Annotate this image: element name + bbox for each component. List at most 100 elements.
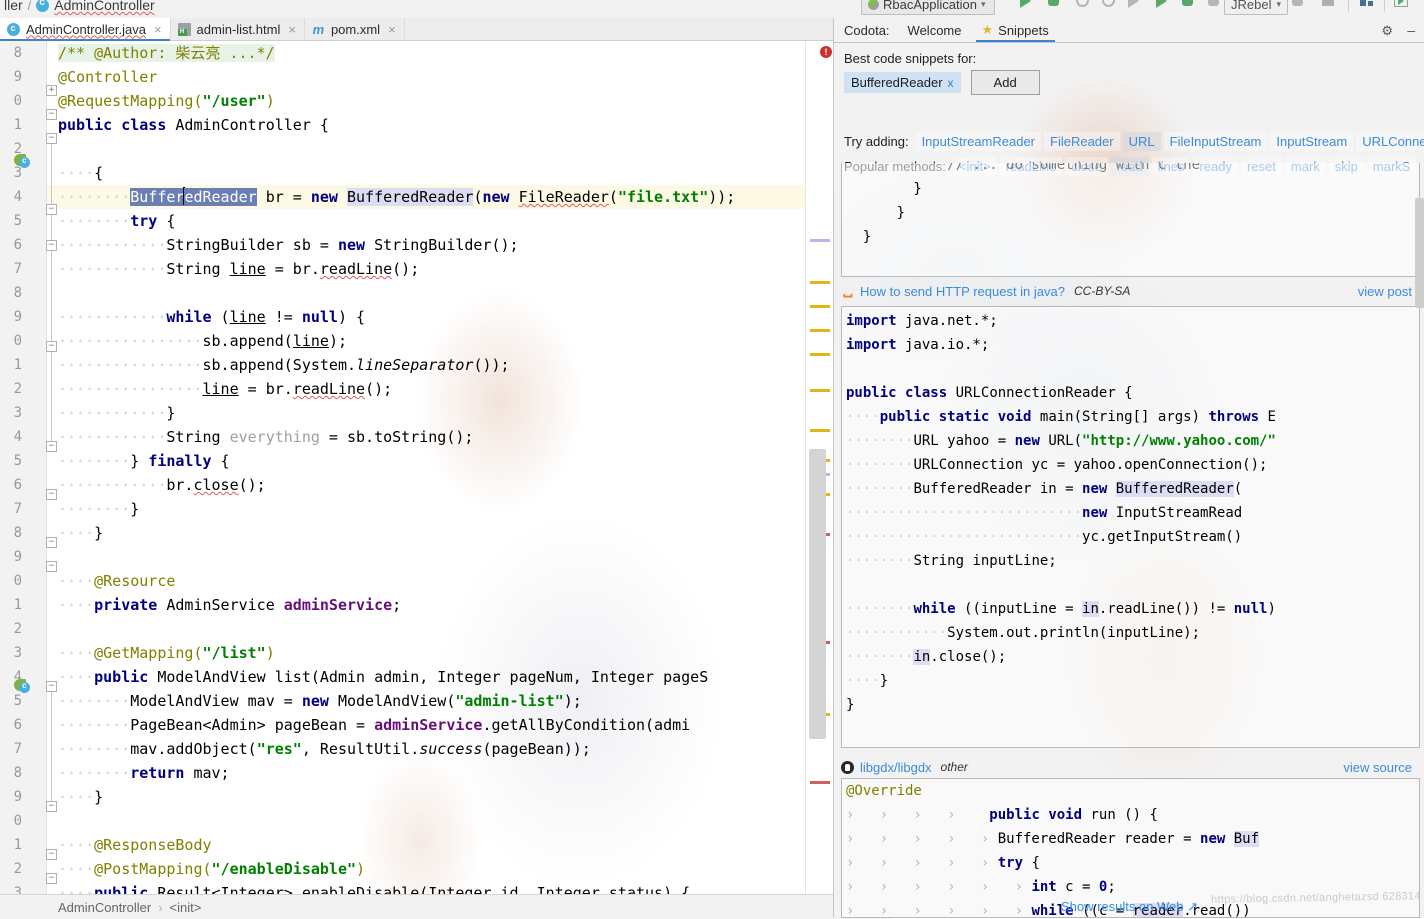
source-repo[interactable]: libgdx/libgdx: [860, 760, 932, 775]
stripe-mark-warning[interactable]: [810, 389, 830, 392]
html-file-icon: [177, 22, 191, 36]
fold-marker-collapse[interactable]: −: [46, 109, 57, 120]
fold-marker-collapse[interactable]: −: [46, 341, 57, 352]
stripe-mark-warning[interactable]: [810, 353, 830, 356]
stripe-mark-warning[interactable]: [810, 429, 830, 432]
snippet-box-main[interactable]: import java.net.*; import java.io.*; pub…: [841, 306, 1420, 748]
line-number: 8: [13, 525, 22, 541]
tab-snippets[interactable]: ★ Snippets: [972, 18, 1059, 42]
fold-marker-collapse[interactable]: −: [46, 561, 57, 572]
line-number: 2: [13, 621, 22, 637]
profile-button[interactable]: [1102, 0, 1118, 10]
attach-process-button[interactable]: [1292, 0, 1308, 10]
line-number: 1: [13, 357, 22, 373]
breadcrumb-class[interactable]: AdminController: [54, 0, 154, 13]
debug-button[interactable]: [1048, 0, 1064, 10]
layout-bricks-icon[interactable]: [1360, 0, 1376, 10]
suggestion-urlconnection[interactable]: URLConnec: [1356, 132, 1424, 151]
suggestion-inputstream[interactable]: InputStream: [1270, 132, 1354, 151]
line-number: 6: [13, 477, 22, 493]
tab-label: AdminController.java: [26, 21, 146, 37]
line-number: 0: [13, 333, 22, 349]
stackoverflow-icon: [843, 293, 853, 298]
fold-marker-collapse[interactable]: −: [46, 133, 57, 144]
status-class-name[interactable]: AdminController: [58, 900, 151, 915]
fold-marker-collapse[interactable]: −: [46, 204, 57, 215]
view-post-link[interactable]: view post: [1358, 284, 1412, 299]
fold-marker-collapse[interactable]: −: [46, 489, 57, 500]
stripe-mark-info[interactable]: [810, 239, 830, 242]
tab-label: admin-list.html: [196, 21, 281, 37]
fold-marker-collapse[interactable]: −: [46, 801, 57, 812]
best-snippets-label: Best code snippets for:: [844, 51, 977, 66]
code-editor[interactable]: 890123456789012345678901234567890123 + −…: [0, 41, 833, 894]
tab-label: Snippets: [998, 22, 1049, 38]
run-class-gutter-icon[interactable]: [14, 152, 31, 169]
run-anything-button[interactable]: [1394, 0, 1410, 10]
fold-marker-expand[interactable]: +: [46, 85, 57, 96]
stripe-mark-warning[interactable]: [810, 329, 830, 332]
editor-scrollbar-thumb[interactable]: [809, 449, 826, 739]
stop-button[interactable]: [1208, 0, 1224, 10]
rerun-button[interactable]: [1128, 0, 1144, 10]
close-icon[interactable]: ×: [154, 22, 162, 37]
fold-marker-collapse[interactable]: −: [46, 240, 57, 251]
code-text[interactable]: /** @Author: 柴云亮 ...*/ @Controller @Requ…: [58, 41, 833, 894]
status-member-name[interactable]: <init>: [170, 900, 202, 915]
snippet-box-partial[interactable]: // ... do something with c the } } }: [841, 163, 1420, 277]
run-button[interactable]: [1020, 0, 1036, 10]
tab-admincontroller-java[interactable]: AdminController.java ×: [0, 18, 171, 41]
line-number: 8: [13, 285, 22, 301]
suggestion-inputstreamreader[interactable]: InputStreamReader: [915, 132, 1042, 151]
minimize-icon[interactable]: –: [1407, 22, 1415, 38]
codota-scrollbar-thumb[interactable]: [1415, 198, 1424, 308]
run-with-coverage-button[interactable]: [1076, 0, 1092, 10]
line-number: 1: [13, 117, 22, 133]
source-title[interactable]: How to send HTTP request in java?: [860, 284, 1065, 299]
stripe-mark-warning[interactable]: [810, 305, 830, 308]
suggestion-url[interactable]: URL: [1122, 132, 1161, 151]
line-number: 4: [13, 189, 22, 205]
add-button[interactable]: Add: [970, 70, 1040, 95]
breadcrumb-parent[interactable]: ller: [4, 0, 23, 13]
toolbar-divider: [1384, 0, 1385, 12]
navigation-breadcrumb[interactable]: ller / AdminController: [0, 0, 155, 16]
jrebel-debug-button[interactable]: [1182, 0, 1198, 10]
fold-marker-collapse[interactable]: −: [46, 537, 57, 548]
close-icon[interactable]: ×: [288, 22, 296, 37]
query-chip-row: BufferedReader x Add: [844, 70, 1040, 95]
close-icon[interactable]: x: [948, 76, 954, 90]
stripe-mark-warning[interactable]: [810, 281, 830, 284]
close-icon[interactable]: ×: [388, 22, 396, 37]
line-number: 5: [13, 213, 22, 229]
line-number: 1: [13, 837, 22, 853]
jrebel-selector[interactable]: JRebel ▾: [1224, 0, 1288, 15]
editor-tab-bar: AdminController.java × admin-list.html ×…: [0, 18, 833, 41]
star-icon: ★: [981, 22, 994, 37]
main-toolbar: ller / AdminController RbacApplication ▾…: [0, 0, 1424, 19]
run-configuration-label: RbacApplication: [883, 0, 977, 12]
gear-icon[interactable]: ⚙: [1381, 23, 1393, 39]
stop-process-button[interactable]: [1322, 0, 1338, 10]
tab-admin-list-html[interactable]: admin-list.html ×: [171, 18, 305, 40]
fold-marker-collapse[interactable]: −: [46, 441, 57, 452]
jrebel-run-button[interactable]: [1156, 0, 1172, 10]
editor-status-bar: AdminController › <init>: [0, 894, 891, 919]
suggestion-fileinputstream[interactable]: FileInputStream: [1163, 132, 1268, 151]
codota-tool-window[interactable]: Codota: Welcome ★ Snippets ⚙ – Best code…: [833, 18, 1424, 918]
line-number: 9: [13, 69, 22, 85]
query-chip[interactable]: BufferedReader x: [844, 72, 961, 93]
tab-welcome[interactable]: Welcome: [898, 18, 972, 42]
suggestion-filereader[interactable]: FileReader: [1044, 132, 1120, 151]
fold-marker-collapse[interactable]: −: [46, 849, 57, 860]
fold-marker-collapse[interactable]: −: [46, 681, 57, 692]
tab-pom-xml[interactable]: m pom.xml ×: [305, 18, 405, 40]
line-number: 9: [13, 549, 22, 565]
run-configuration-selector[interactable]: RbacApplication ▾: [861, 0, 995, 15]
fold-marker-collapse[interactable]: −: [46, 873, 57, 884]
error-count-badge[interactable]: !: [820, 46, 832, 58]
stripe-mark-error[interactable]: [810, 781, 830, 784]
view-source-link[interactable]: view source: [1343, 760, 1412, 775]
java-class-icon: [7, 22, 20, 36]
run-method-gutter-icon[interactable]: [14, 677, 31, 694]
